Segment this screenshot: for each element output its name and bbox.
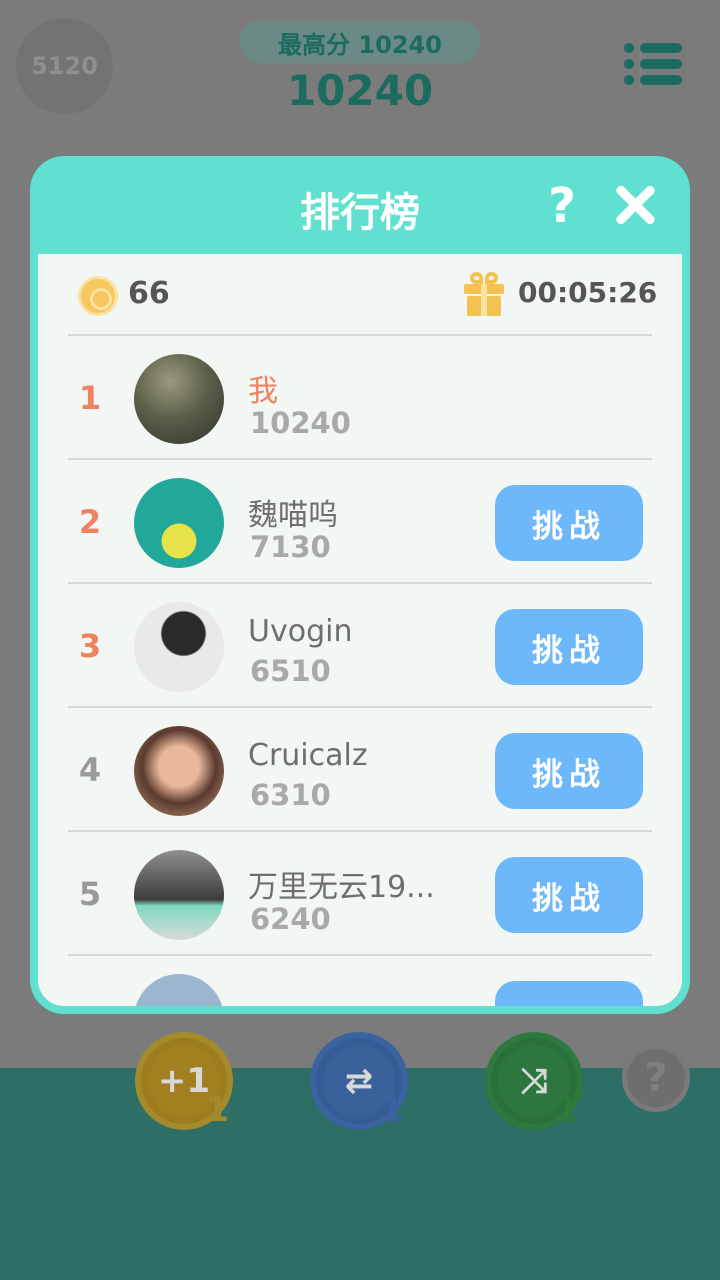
- player-name: 魏喵呜: [248, 498, 338, 533]
- leaderboard-modal: 排行榜 ? 66 00:05:26 1 我 10240 2 魏喵呜 7130 挑…: [30, 156, 690, 1014]
- rank-number: 1: [78, 379, 102, 417]
- player-score: 6310: [250, 778, 331, 812]
- challenge-button[interactable]: 挑战: [495, 857, 643, 933]
- challenge-button[interactable]: 挑战: [495, 485, 643, 561]
- plus-one-powerup-button[interactable]: +1 1: [135, 1032, 233, 1130]
- rank-number: 2: [78, 503, 102, 541]
- coin-icon: [78, 276, 118, 316]
- player-name: 万里无云19...: [248, 870, 435, 905]
- menu-list-icon[interactable]: [624, 40, 682, 88]
- avatar: [134, 478, 224, 568]
- avatar: [134, 354, 224, 444]
- powerup-count: 1: [555, 1090, 579, 1130]
- gift-bow: [470, 272, 483, 284]
- leaderboard-row: [68, 956, 652, 1006]
- close-icon[interactable]: [614, 184, 656, 226]
- best-score-pill: 最高分 10240: [239, 21, 481, 63]
- leaderboard-row: 4 Cruicalz 6310 挑战: [68, 708, 652, 832]
- menu-bar: [640, 75, 682, 85]
- player-name: Cruicalz: [248, 738, 368, 773]
- gift-timer: 00:05:26: [518, 276, 658, 309]
- avatar: [134, 974, 224, 1006]
- gift-ribbon: [481, 284, 487, 316]
- menu-bar: [640, 43, 682, 53]
- menu-dot: [624, 43, 634, 53]
- player-score: 7130: [250, 530, 331, 564]
- menu-bar: [640, 59, 682, 69]
- player-score: 6240: [250, 902, 331, 936]
- challenge-button[interactable]: 挑战: [495, 733, 643, 809]
- leaderboard-panel: 66 00:05:26 1 我 10240 2 魏喵呜 7130 挑战 3 Uv…: [38, 254, 682, 1006]
- rank-number: 4: [78, 751, 102, 789]
- shuffle-powerup-button[interactable]: ⤨ 1: [485, 1032, 583, 1130]
- player-name: Uvogin: [248, 614, 353, 649]
- challenge-button[interactable]: 挑战: [495, 609, 643, 685]
- menu-dot: [624, 59, 634, 69]
- swap-powerup-button[interactable]: ⇄ 1: [310, 1032, 408, 1130]
- leaderboard-row: 5 万里无云19... 6240 挑战: [68, 832, 652, 956]
- gift-icon[interactable]: [464, 272, 504, 316]
- rank-number: 3: [78, 627, 102, 665]
- stats-bar: 66 00:05:26: [68, 254, 657, 336]
- leaderboard-list[interactable]: 1 我 10240 2 魏喵呜 7130 挑战 3 Uvogin 6510 挑战: [68, 336, 652, 1006]
- avatar: [134, 850, 224, 940]
- rank-number: 5: [78, 875, 102, 913]
- leaderboard-row: 2 魏喵呜 7130 挑战: [68, 460, 652, 584]
- coin-count: 66: [128, 276, 170, 311]
- powerup-count: 1: [205, 1090, 229, 1130]
- menu-dot: [624, 75, 634, 85]
- help-button[interactable]: ?: [622, 1044, 690, 1112]
- player-score: 6510: [250, 654, 331, 688]
- avatar: [134, 726, 224, 816]
- challenge-button[interactable]: [495, 981, 643, 1006]
- player-score: 10240: [250, 406, 351, 440]
- avatar: [134, 602, 224, 692]
- powerup-count: 1: [380, 1090, 404, 1130]
- leaderboard-row: 1 我 10240: [68, 336, 652, 460]
- gift-bow: [485, 272, 498, 284]
- player-name: 我: [248, 374, 278, 409]
- modal-title: 排行榜: [300, 190, 420, 236]
- leaderboard-row: 3 Uvogin 6510 挑战: [68, 584, 652, 708]
- current-score: 10240: [286, 66, 434, 115]
- leaderboard-help-button[interactable]: ?: [542, 178, 582, 234]
